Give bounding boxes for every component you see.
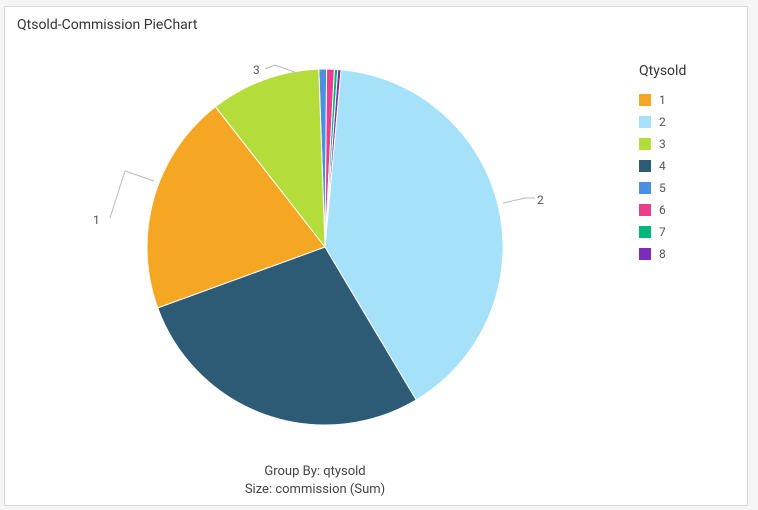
legend-label-2: 2 xyxy=(659,115,666,129)
legend-label-5: 5 xyxy=(659,181,666,195)
legend-label-3: 3 xyxy=(659,137,666,151)
slice-label-1: 1 xyxy=(93,213,100,227)
chart-footer: Group By: qtysold Size: commission (Sum) xyxy=(5,463,625,499)
legend-swatch-7 xyxy=(639,226,651,238)
legend-label-6: 6 xyxy=(659,203,666,217)
slice-label-2: 2 xyxy=(537,193,544,207)
chart-title: Qtsold-Commission PieChart xyxy=(5,7,747,43)
legend-label-4: 4 xyxy=(659,159,666,173)
slice-label-3: 3 xyxy=(253,63,260,77)
legend-swatch-2 xyxy=(639,116,651,128)
legend-swatch-5 xyxy=(639,182,651,194)
legend-item-2[interactable]: 2 xyxy=(639,115,729,129)
legend-swatch-4 xyxy=(639,160,651,172)
footer-groupby: Group By: qtysold xyxy=(5,463,625,481)
footer-size: Size: commission (Sum) xyxy=(5,481,625,499)
legend-swatch-3 xyxy=(639,138,651,150)
legend: Qtysold 1 2 3 4 5 6 7 xyxy=(639,63,729,269)
legend-item-5[interactable]: 5 xyxy=(639,181,729,195)
legend-swatch-6 xyxy=(639,204,651,216)
legend-item-3[interactable]: 3 xyxy=(639,137,729,151)
legend-item-6[interactable]: 6 xyxy=(639,203,729,217)
legend-item-4[interactable]: 4 xyxy=(639,159,729,173)
legend-item-7[interactable]: 7 xyxy=(639,225,729,239)
chart-card: Qtsold-Commission PieChart 1 2 3 Qtysold… xyxy=(4,6,748,506)
legend-label-8: 8 xyxy=(659,247,666,261)
legend-title: Qtysold xyxy=(639,63,729,79)
legend-swatch-8 xyxy=(639,248,651,260)
legend-swatch-1 xyxy=(639,94,651,106)
legend-label-1: 1 xyxy=(659,93,666,107)
legend-item-8[interactable]: 8 xyxy=(639,247,729,261)
chart-area: 1 2 3 xyxy=(5,43,625,473)
legend-item-1[interactable]: 1 xyxy=(639,93,729,107)
pie-chart xyxy=(145,67,505,427)
legend-label-7: 7 xyxy=(659,225,666,239)
